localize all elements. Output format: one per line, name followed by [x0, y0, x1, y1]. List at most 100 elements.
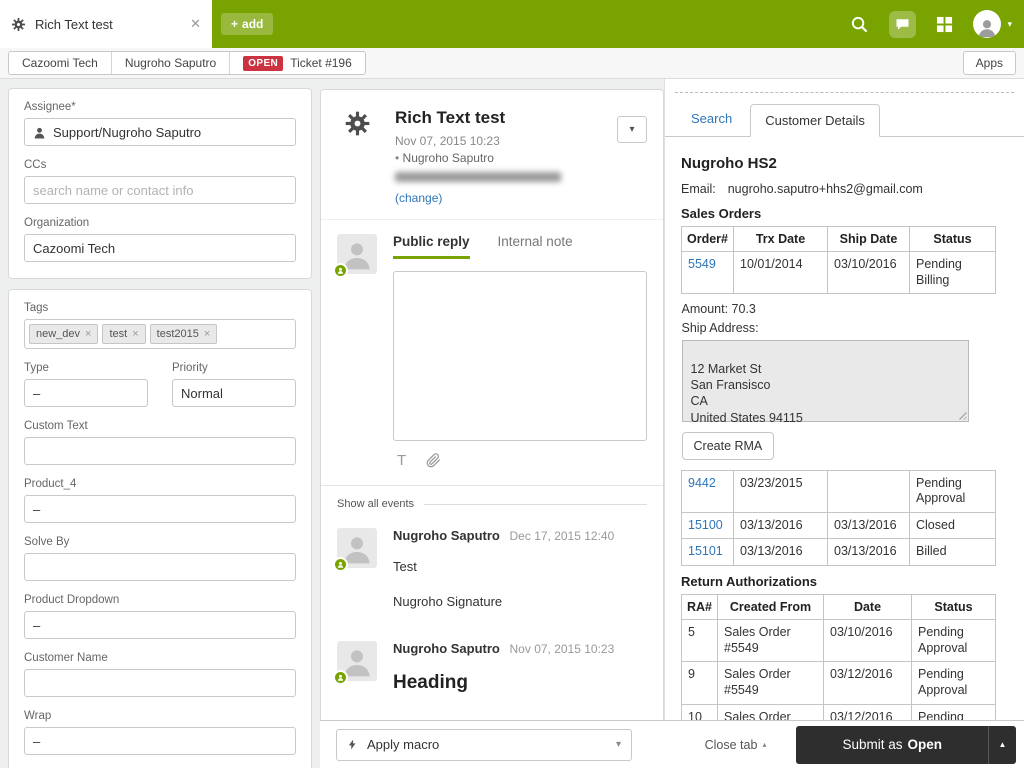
ticket-type-gear-icon	[337, 108, 377, 207]
custom-text-input[interactable]	[24, 437, 296, 465]
tab-internal-note[interactable]: Internal note	[498, 234, 573, 259]
search-icon[interactable]	[850, 15, 869, 34]
apply-macro-button[interactable]: Apply macro ▾	[336, 728, 632, 761]
ticket-tab[interactable]: Rich Text test ✕	[0, 0, 212, 48]
submit-options-button[interactable]: ▲	[988, 725, 1016, 764]
tab-customer-details[interactable]: Customer Details	[750, 104, 880, 137]
order-detail-row: Amount: 70.3 Ship Address: 12 Market St …	[681, 294, 996, 470]
priority-value: Normal	[181, 385, 223, 401]
ship-address-box[interactable]: 12 Market St San Fransisco CA United Sta…	[681, 339, 969, 425]
tags-input[interactable]: new_dev × test × test2015 ×	[24, 319, 296, 349]
priority-select[interactable]: Normal	[172, 379, 296, 407]
person-icon	[33, 126, 46, 139]
ship-address-value: 12 Market St San Fransisco CA United Sta…	[690, 361, 803, 425]
trx-date-cell: 03/13/2016	[733, 538, 828, 566]
status-badge: OPEN	[243, 55, 284, 71]
order-number-link[interactable]: 9442	[688, 476, 716, 490]
change-requester-link[interactable]: (change)	[395, 191, 442, 205]
ship-date-cell: 03/10/2016	[827, 250, 910, 295]
resize-handle[interactable]	[956, 409, 967, 420]
event-date: Dec 17, 2015 12:40	[509, 529, 615, 544]
status-cell: Pending Billing	[909, 250, 996, 295]
column-header: Trx Date	[733, 226, 828, 252]
order-number-link[interactable]: 15100	[688, 518, 723, 532]
product-dropdown-select[interactable]: –	[24, 611, 296, 639]
product4-select[interactable]: –	[24, 495, 296, 523]
show-all-events-link[interactable]: Show all events	[337, 498, 414, 510]
text-format-icon[interactable]: T	[397, 452, 406, 469]
customer-name-label: Customer Name	[24, 652, 108, 664]
status-cell: Pending Approval	[909, 469, 996, 513]
assignee-field: Assignee* Support/Nugroho Saputro	[24, 101, 296, 146]
product4-value: –	[33, 501, 41, 517]
lightning-icon	[347, 737, 358, 752]
ticket-meta: Nov 07, 2015 10:23 • Nugroho Saputro	[395, 133, 561, 185]
type-label: Type	[24, 362, 49, 374]
organization-label: Organization	[24, 217, 90, 229]
breadcrumb-ticket[interactable]: OPEN Ticket #196	[230, 52, 365, 74]
type-select[interactable]: –	[24, 379, 148, 407]
chat-icon[interactable]	[889, 10, 917, 38]
event-author[interactable]: Nugroho Saputro	[393, 528, 500, 543]
events-divider	[424, 503, 647, 505]
tab-public-reply[interactable]: Public reply	[393, 234, 470, 260]
organization-input[interactable]	[24, 234, 296, 262]
priority-label: Priority	[172, 362, 208, 374]
attachment-icon[interactable]	[426, 453, 441, 468]
order-number-link[interactable]: 5549	[688, 257, 716, 271]
tab-search[interactable]: Search	[679, 103, 744, 136]
tab-close-icon[interactable]: ✕	[190, 16, 201, 32]
tag-remove-icon[interactable]: ×	[85, 328, 91, 340]
breadcrumb-organization[interactable]: Cazoomi Tech	[9, 52, 112, 74]
event-signature: Nugroho Signature	[393, 594, 503, 610]
amount-value: 70.3	[731, 302, 756, 317]
ship-date-cell	[827, 469, 910, 513]
macro-caret-icon: ▾	[615, 739, 621, 750]
status-cell: Pending Approval	[911, 618, 996, 663]
submit-as-open-button[interactable]: Submit as Open	[796, 725, 988, 764]
close-tab-caret-icon: ▴	[762, 740, 767, 749]
sales-order-row: 9442 03/23/2015 Pending Approval	[681, 469, 996, 513]
tag-remove-icon[interactable]: ×	[204, 328, 210, 340]
ticket-options-button[interactable]: ▾	[617, 116, 647, 143]
add-tab-button[interactable]: + add	[221, 13, 274, 35]
apps-button[interactable]: Apps	[962, 51, 1016, 75]
created-from-cell: Sales Order #5549	[717, 661, 824, 705]
event-header: Nugroho Saputro Nov 07, 2015 10:23	[393, 641, 647, 656]
ccs-input[interactable]	[24, 176, 296, 204]
customer-name-input[interactable]	[24, 669, 296, 697]
sales-order-row: 15101 03/13/2016 03/13/2016 Billed	[681, 538, 996, 566]
breadcrumb-bar: Cazoomi Tech Nugroho Saputro OPEN Ticket…	[0, 48, 1024, 79]
assignee-input[interactable]: Support/Nugroho Saputro	[24, 118, 296, 146]
user-avatar[interactable]	[973, 10, 1002, 38]
organization-field: Organization	[24, 217, 296, 262]
sales-order-row: 5549 10/01/2014 03/10/2016 Pending Billi…	[681, 250, 996, 295]
order-number-link[interactable]: 15101	[688, 544, 723, 558]
submit-status-label: Open	[907, 737, 942, 752]
solve-by-input[interactable]	[24, 553, 296, 581]
requester-name: Nugroho Saputro	[402, 151, 494, 166]
plus-icon: +	[231, 17, 239, 31]
event-body: Nugroho Saputro Nov 07, 2015 10:23 Headi…	[393, 641, 647, 694]
wrap-select[interactable]: –	[24, 727, 296, 755]
customer-name-heading: Nugroho HS2	[681, 155, 777, 172]
user-menu-caret-icon[interactable]: ▾	[1007, 19, 1012, 30]
amount-line: Amount: 70.3	[682, 302, 996, 318]
apps-grid-icon[interactable]	[936, 16, 953, 33]
reply-textarea[interactable]	[393, 271, 647, 442]
close-tab-control[interactable]: Close tab ▴	[705, 738, 767, 752]
ticket-conversation-column: Rich Text test Nov 07, 2015 10:23 • Nugr…	[320, 79, 664, 768]
event-author[interactable]: Nugroho Saputro	[393, 641, 500, 656]
create-rma-button[interactable]: Create RMA	[681, 431, 775, 460]
online-presence-badge	[333, 557, 348, 573]
table-header-row: Order# Trx Date Ship Date Status	[681, 226, 996, 252]
add-tab-label: add	[242, 17, 264, 31]
product4-field: Product_4 –	[24, 478, 296, 523]
tag-remove-icon[interactable]: ×	[132, 328, 138, 340]
tag-label: test	[109, 328, 128, 340]
chevron-down-icon: ▾	[629, 124, 635, 135]
apps-panel: Search Customer Details Nugroho HS2 Emai…	[664, 79, 1024, 768]
column-header: Status	[911, 594, 996, 620]
breadcrumb-requester[interactable]: Nugroho Saputro	[112, 52, 231, 74]
event-date: Nov 07, 2015 10:23	[509, 642, 615, 657]
